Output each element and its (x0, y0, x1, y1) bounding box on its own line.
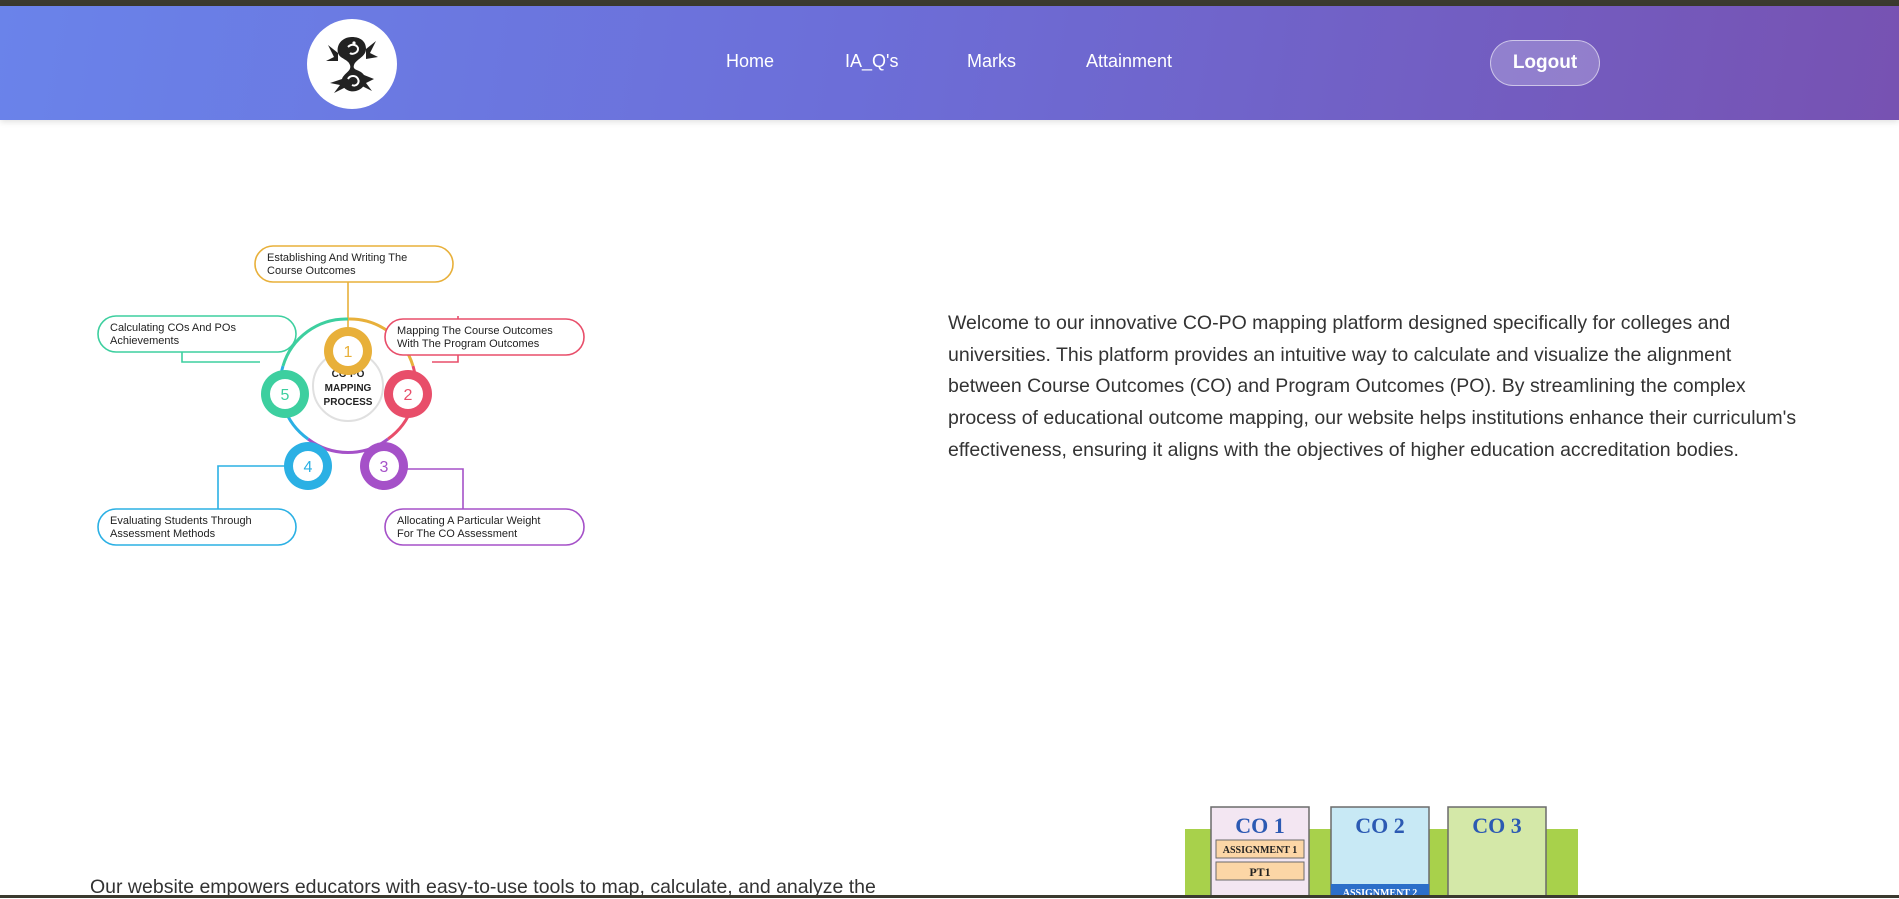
step-number-5: 5 (281, 387, 290, 404)
step-label-3-line-2: For The CO Assessment (397, 528, 517, 540)
step-label-5: Calculating COs And POs Achievements (97, 315, 297, 353)
nav-ia-qs-link[interactable]: IA_Q's (845, 51, 898, 72)
co2-column: CO 2 ASSIGNMENT 2 (1330, 806, 1430, 898)
step-label-4-line-1: Evaluating Students Through (110, 515, 252, 527)
nav-home-link[interactable]: Home (726, 51, 774, 72)
step-label-5-line-2: Achievements (110, 335, 180, 347)
step-label-1-line-2: Course Outcomes (267, 265, 356, 277)
step-label-4: Evaluating Students Through Assessment M… (97, 508, 297, 546)
step-number-4: 4 (304, 459, 313, 476)
step-label-3: Allocating A Particular Weight For The C… (384, 508, 585, 546)
co1-title: CO 1 (1235, 813, 1285, 838)
co3-column: CO 3 (1447, 806, 1547, 898)
dragon-icon (326, 37, 378, 93)
step-label-2: Mapping The Course Outcomes With The Pro… (384, 318, 585, 356)
step-label-5-line-1: Calculating COs And POs (110, 322, 236, 334)
step-label-1-line-1: Establishing And Writing The (267, 252, 407, 264)
step-number-3: 3 (380, 459, 389, 476)
step-label-2-line-2: With The Program Outcomes (397, 338, 540, 350)
nav-attainment-link[interactable]: Attainment (1086, 51, 1172, 72)
step-number-1: 1 (344, 344, 353, 361)
step-label-2-line-1: Mapping The Course Outcomes (397, 325, 553, 337)
navbar: Home IA_Q's Marks Attainment Logout (0, 6, 1899, 120)
step-label-1: Establishing And Writing The Course Outc… (254, 245, 454, 283)
intro-paragraph: Welcome to our innovative CO-PO mapping … (948, 312, 1797, 461)
step-node-3: 3 (360, 442, 408, 490)
nav-marks-link[interactable]: Marks (967, 51, 1016, 72)
step-number-2: 2 (404, 387, 413, 404)
center-label-line-3: PROCESS (324, 397, 373, 408)
co-assessment-graphic: CO 1 ASSIGNMENT 1 PT1 CO 2 ASSIGNMENT 2 … (1185, 806, 1578, 898)
step-label-4-line-2: Assessment Methods (110, 528, 216, 540)
co2-title: CO 2 (1355, 813, 1405, 838)
co-po-mapping-diagram: CO-PO MAPPING PROCESS 1 2 3 4 5 Establis… (97, 245, 585, 546)
co1-column: CO 1 ASSIGNMENT 1 PT1 (1210, 806, 1310, 898)
step-node-5: 5 (261, 370, 309, 418)
co1-assignment-label: ASSIGNMENT 1 (1223, 845, 1298, 856)
dragon-logo[interactable] (307, 19, 397, 109)
step-node-4: 4 (284, 442, 332, 490)
co3-title: CO 3 (1472, 813, 1522, 838)
logout-button[interactable]: Logout (1490, 40, 1600, 86)
co1-pt1-label: PT1 (1249, 865, 1270, 879)
center-label-line-2: MAPPING (325, 383, 372, 394)
step-node-2: 2 (384, 370, 432, 418)
step-label-3-line-1: Allocating A Particular Weight (397, 515, 540, 527)
step-node-1: 1 (324, 327, 372, 375)
